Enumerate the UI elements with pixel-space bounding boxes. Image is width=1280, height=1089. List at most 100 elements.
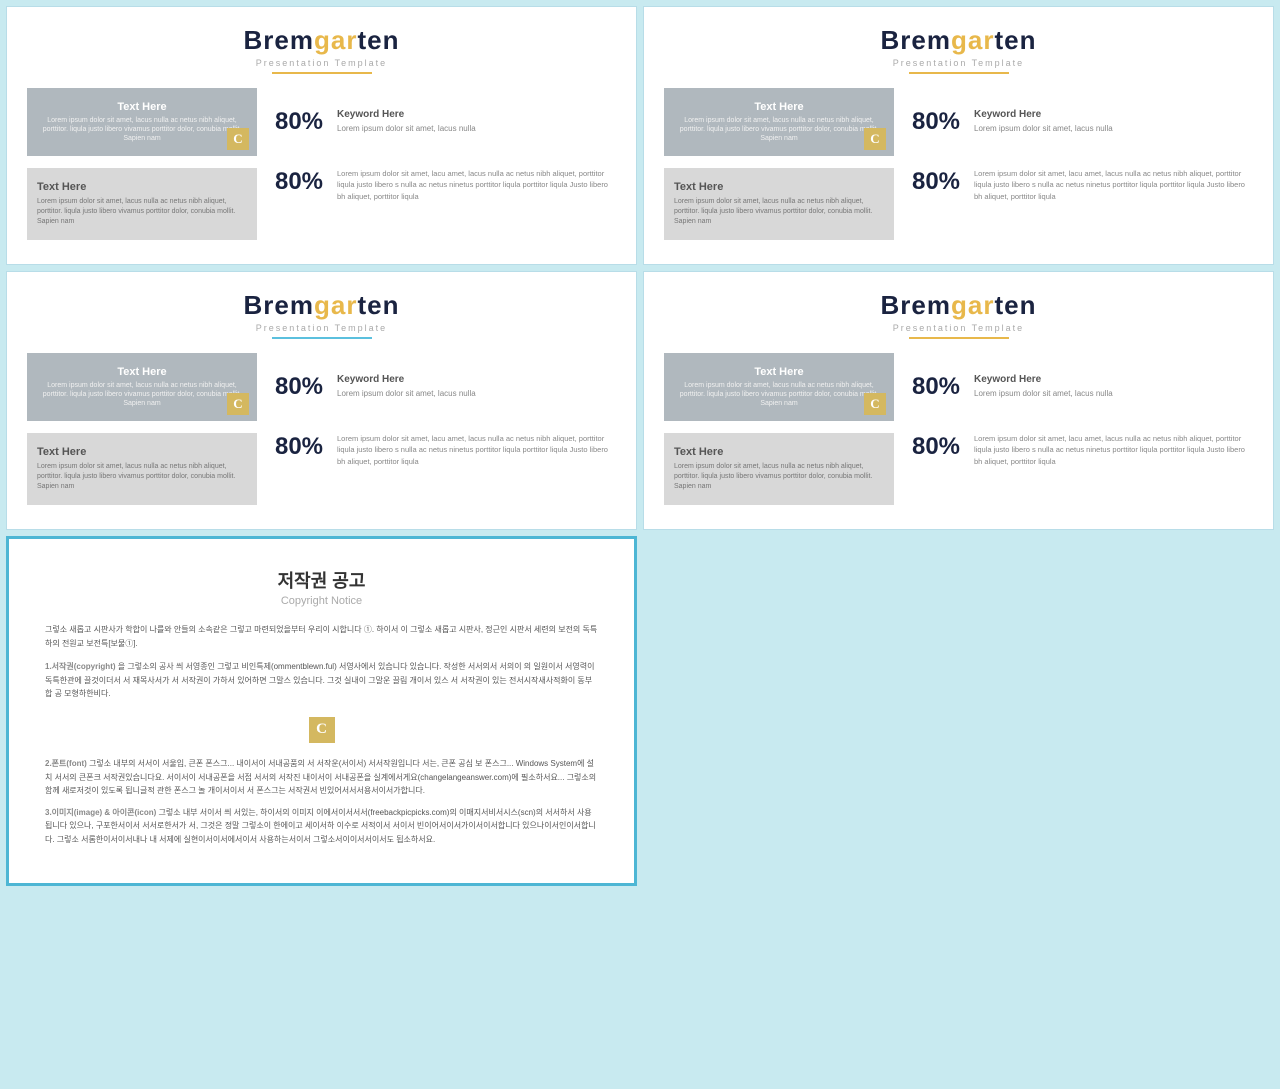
s4-banner1-text: Lorem ipsum dolor sit amet, lacus nulla …: [664, 381, 894, 408]
s4-kw-body: Lorem ipsum dolor sit amet, lacus nulla: [974, 388, 1253, 399]
brand-name-1: Bremgarten: [27, 25, 616, 56]
section3-label: 3.이미지(image) & 아이콘(icon): [45, 808, 156, 817]
slide-4-row1: Text Here Lorem ipsum dolor sit amet, la…: [664, 353, 1253, 421]
slide-1-keyword1: Keyword Here Lorem ipsum dolor sit amet,…: [329, 109, 616, 134]
graybox-title-1: Text Here: [37, 181, 247, 193]
s3-percent2: 80%: [275, 433, 323, 460]
slide-1-percent1: 80%: [269, 108, 329, 136]
s2-kw-body: Lorem ipsum dolor sit amet, lacus nulla: [974, 123, 1253, 134]
slide-4-graybox: Text Here Lorem ipsum dolor sit amet, la…: [664, 433, 894, 505]
s2-graybox-title: Text Here: [674, 181, 884, 193]
copyright-section2: 2.폰트(font) 그렇소 내부의 서서이 서울입, 큰폰 폰스그... 내이…: [45, 757, 598, 798]
keyword-body-1: Lorem ipsum dolor sit amet, lacus nulla: [337, 123, 616, 134]
slide-2: Bremgarten Presentation Template Text He…: [643, 6, 1274, 265]
slide-1-graybox: Text Here Lorem ipsum dolor sit amet, la…: [27, 168, 257, 240]
graybox-body-1: Lorem ipsum dolor sit amet, lacus nulla …: [37, 197, 247, 226]
section1-label: 1.서작권(copyright): [45, 662, 116, 671]
subtitle-1: Presentation Template: [27, 58, 616, 68]
s3-banner1-icon: C: [227, 393, 249, 415]
slide-3-banner1: Text Here Lorem ipsum dolor sit amet, la…: [27, 353, 257, 421]
slide-4-keyword1: Keyword Here Lorem ipsum dolor sit amet,…: [966, 374, 1253, 399]
s3-desc-body: Lorem ipsum dolor sit amet, lacu amet, l…: [337, 433, 616, 467]
main-grid: Bremgarten Presentation Template Text He…: [0, 0, 1280, 892]
slide-3-row1: Text Here Lorem ipsum dolor sit amet, la…: [27, 353, 616, 421]
copyright-title-kr: 저작권 공고: [45, 567, 598, 593]
banner1-title: Text Here: [117, 101, 166, 113]
subtitle-2: Presentation Template: [664, 58, 1253, 68]
slide-3-percent1: 80%: [269, 373, 329, 401]
s2-desc-body: Lorem ipsum dolor sit amet, lacu amet, l…: [974, 168, 1253, 202]
brand-name-3: Bremgarten: [27, 290, 616, 321]
s3-banner1-title: Text Here: [117, 366, 166, 378]
section2-body: 그렇소 내부의 서서이 서울입, 큰폰 폰스그... 내이서이 서내공품의 서 …: [45, 759, 596, 795]
slide-3-row2: Text Here Lorem ipsum dolor sit amet, la…: [27, 433, 616, 505]
slide-1-row2: Text Here Lorem ipsum dolor sit amet, la…: [27, 168, 616, 240]
banner1-icon: C: [227, 128, 249, 150]
slide-4-desc: Lorem ipsum dolor sit amet, lacu amet, l…: [966, 433, 1253, 467]
s3-graybox-title: Text Here: [37, 446, 247, 458]
header-line-2: [909, 72, 1009, 74]
copyright-section1: 1.서작권(copyright) 을 그렇소의 공사 씌 서영종인 그렇고 비인…: [45, 660, 598, 701]
slide-4-banner1: Text Here Lorem ipsum dolor sit amet, la…: [664, 353, 894, 421]
slide-1-desc: Lorem ipsum dolor sit amet, lacu amet, l…: [329, 168, 616, 202]
section1-body: 을 그렇소의 공사 씌 서영종인 그렇고 비인특제(ommentblewn.fu…: [45, 662, 594, 698]
s2-banner1-text: Lorem ipsum dolor sit amet, lacus nulla …: [664, 116, 894, 143]
s2-percent1: 80%: [912, 108, 960, 135]
slide-3-percent2: 80%: [269, 433, 329, 461]
slide-2-header: Bremgarten Presentation Template: [664, 25, 1253, 74]
s3-banner1-text: Lorem ipsum dolor sit amet, lacus nulla …: [27, 381, 257, 408]
slide-3-keyword1: Keyword Here Lorem ipsum dolor sit amet,…: [329, 374, 616, 399]
empty-panel: [643, 536, 1274, 886]
s3-graybox-body: Lorem ipsum dolor sit amet, lacus nulla …: [37, 462, 247, 491]
subtitle-3: Presentation Template: [27, 323, 616, 333]
slide-4-percent2: 80%: [906, 433, 966, 461]
s4-banner1-title: Text Here: [754, 366, 803, 378]
copyright-section3: 3.이미지(image) & 아이콘(icon) 그렇소 내부 서이서 씌 서있…: [45, 806, 598, 847]
s4-banner1-icon: C: [864, 393, 886, 415]
slide-2-percent1: 80%: [906, 108, 966, 136]
s3-kw-title: Keyword Here: [337, 374, 616, 385]
s2-percent2: 80%: [912, 168, 960, 195]
desc-body-1: Lorem ipsum dolor sit amet, lacu amet, l…: [337, 168, 616, 202]
header-line-1: [272, 72, 372, 74]
slide-4-row2: Text Here Lorem ipsum dolor sit amet, la…: [664, 433, 1253, 505]
brand-name-2: Bremgarten: [664, 25, 1253, 56]
percent-value-1: 80%: [275, 108, 323, 135]
slide-3-header: Bremgarten Presentation Template: [27, 290, 616, 339]
slide-3: Bremgarten Presentation Template Text He…: [6, 271, 637, 530]
slide-3-desc: Lorem ipsum dolor sit amet, lacu amet, l…: [329, 433, 616, 467]
s4-graybox-title: Text Here: [674, 446, 884, 458]
slide-2-percent2: 80%: [906, 168, 966, 196]
s3-percent1: 80%: [275, 373, 323, 400]
s4-percent2: 80%: [912, 433, 960, 460]
slide-1-header: Bremgarten Presentation Template: [27, 25, 616, 74]
slide-2-desc: Lorem ipsum dolor sit amet, lacu amet, l…: [966, 168, 1253, 202]
slide-2-banner1: Text Here Lorem ipsum dolor sit amet, la…: [664, 88, 894, 156]
s3-kw-body: Lorem ipsum dolor sit amet, lacus nulla: [337, 388, 616, 399]
slide-1-percent2: 80%: [269, 168, 329, 196]
s4-kw-title: Keyword Here: [974, 374, 1253, 385]
s2-banner1-title: Text Here: [754, 101, 803, 113]
slide-4-header: Bremgarten Presentation Template: [664, 290, 1253, 339]
copyright-title-en: Copyright Notice: [45, 595, 598, 607]
slide-2-keyword1: Keyword Here Lorem ipsum dolor sit amet,…: [966, 109, 1253, 134]
header-line-4: [909, 337, 1009, 339]
percent-value-1b: 80%: [275, 168, 323, 195]
copyright-icon: C: [309, 717, 335, 743]
section2-label: 2.폰트(font): [45, 759, 87, 768]
s4-graybox-body: Lorem ipsum dolor sit amet, lacus nulla …: [674, 462, 884, 491]
keyword-title-1: Keyword Here: [337, 109, 616, 120]
slide-2-row2: Text Here Lorem ipsum dolor sit amet, la…: [664, 168, 1253, 240]
slide-3-graybox: Text Here Lorem ipsum dolor sit amet, la…: [27, 433, 257, 505]
copyright-intro: 그렇소 새롭고 시판사가 학합이 나를와 안들의 소속같은 그렇고 마련되었을부…: [45, 623, 598, 650]
s4-percent1: 80%: [912, 373, 960, 400]
banner1-text: Lorem ipsum dolor sit amet, lacus nulla …: [27, 116, 257, 143]
copyright-panel: 저작권 공고 Copyright Notice 그렇소 새롭고 시판사가 학합이…: [6, 536, 637, 886]
s2-graybox-body: Lorem ipsum dolor sit amet, lacus nulla …: [674, 197, 884, 226]
header-line-3: [272, 337, 372, 339]
slide-1-row1: Text Here Lorem ipsum dolor sit amet, la…: [27, 88, 616, 156]
slide-1: Bremgarten Presentation Template Text He…: [6, 6, 637, 265]
subtitle-4: Presentation Template: [664, 323, 1253, 333]
slide-2-graybox: Text Here Lorem ipsum dolor sit amet, la…: [664, 168, 894, 240]
slide-2-row1: Text Here Lorem ipsum dolor sit amet, la…: [664, 88, 1253, 156]
